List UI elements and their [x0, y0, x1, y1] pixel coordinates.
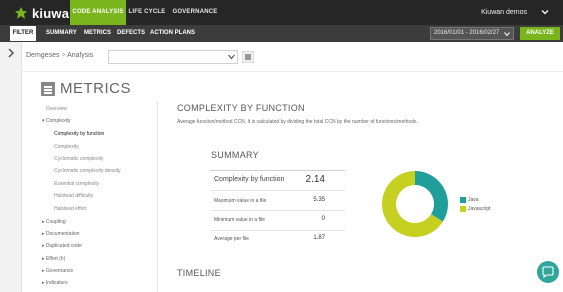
- summary-row: Minimum value in a file 0: [210, 210, 345, 230]
- section-description: Average function/method CCN. It is calcu…: [177, 119, 418, 125]
- sidebar-item-duplicated-code[interactable]: ▸ Duplicated code: [42, 243, 82, 249]
- date-range-select[interactable]: 2016/01/01 - 2016/02/27: [430, 27, 514, 40]
- sidebar-item-effort[interactable]: ▸ Effort (h): [42, 256, 65, 262]
- summary-label: Average per file: [214, 236, 249, 242]
- summary-label: Maximum value in a file: [214, 198, 267, 204]
- legend-swatch: [460, 206, 466, 212]
- summary-row: Maximum value in a file 5.35: [210, 190, 345, 210]
- sidebar-item-documentation[interactable]: ▸ Documentation: [42, 231, 80, 237]
- summary-row: Complexity by function 2.14: [210, 170, 345, 190]
- summary-value: 1.87: [313, 235, 325, 241]
- legend-label: Javascript: [468, 206, 491, 212]
- sidebar-item-essential-complexity[interactable]: Essential complexity: [54, 181, 99, 187]
- chevron-down-icon[interactable]: [541, 8, 549, 16]
- language-donut-chart: [382, 171, 448, 237]
- summary-value: 5.35: [313, 197, 325, 203]
- chat-button[interactable]: [537, 261, 559, 283]
- tab-governance[interactable]: GOVERNANCE: [170, 0, 220, 25]
- sidebar-item-overview[interactable]: Overview: [46, 106, 67, 112]
- sidebar-item-governance[interactable]: ▸ Governance: [42, 268, 73, 274]
- kiuwan-logo[interactable]: kiuwan: [14, 5, 77, 21]
- tab-summary[interactable]: SUMMARY: [46, 25, 77, 42]
- chevron-down-icon: [504, 32, 510, 37]
- legend-swatch: [460, 197, 466, 203]
- donut-slice-java: [415, 171, 448, 222]
- tab-defects[interactable]: DEFECTS: [117, 25, 145, 42]
- summary-label: Complexity by function: [214, 176, 285, 183]
- breadcrumb-bar: Demgeses > Analysis: [22, 42, 563, 72]
- tab-life-cycle[interactable]: LIFE CYCLE: [128, 0, 166, 25]
- chevron-down-icon[interactable]: [228, 54, 235, 60]
- chart-legend: Java Javascript: [460, 197, 491, 215]
- sidebar-item-complexity-group[interactable]: ▾ Complexity: [42, 118, 71, 124]
- summary-label: Minimum value in a file: [214, 217, 265, 223]
- sidebar-item-coupling[interactable]: ▸ Coupling: [42, 219, 66, 225]
- breadcrumb-app[interactable]: Demgeses: [26, 52, 59, 59]
- breadcrumb-separator: >: [61, 52, 66, 59]
- filter-button[interactable]: FILTER: [10, 26, 36, 41]
- sidebar-divider: [157, 102, 158, 292]
- summary-title: SUMMARY: [211, 150, 259, 160]
- timeline-title: TIMELINE: [177, 268, 221, 278]
- tab-metrics[interactable]: METRICS: [84, 25, 111, 42]
- hamburger-icon[interactable]: [242, 51, 254, 63]
- legend-label: Java: [468, 197, 479, 203]
- sidebar-item-halstead-difficulty[interactable]: Halstead difficulty: [54, 193, 93, 199]
- sidebar-item-cyclomatic-complexity[interactable]: Cyclomatic complexity: [54, 156, 103, 162]
- sub-navigation-bar: FILTER SUMMARY METRICS DEFECTS ACTION PL…: [0, 25, 563, 42]
- page-title: METRICS: [60, 80, 131, 97]
- legend-item: Java: [460, 197, 491, 206]
- tab-code-analysis[interactable]: CODE ANALYSIS: [70, 0, 126, 25]
- top-navigation-bar: kiuwan CODE ANALYSIS LIFE CYCLE GOVERNAN…: [0, 0, 563, 25]
- sidebar-item-indicators[interactable]: ▸ Indicators: [42, 280, 68, 286]
- breadcrumb-page: Analysis: [67, 52, 94, 59]
- sidebar-item-halstead-effort[interactable]: Halstead effort: [54, 206, 86, 212]
- tab-action-plans[interactable]: ACTION PLANS: [150, 25, 195, 42]
- chevron-right-icon[interactable]: [7, 48, 15, 58]
- analysis-select[interactable]: [108, 50, 238, 64]
- chat-bubble-icon: [542, 266, 554, 278]
- kiuwan-leaf-icon: [15, 7, 27, 19]
- section-title: COMPLEXITY BY FUNCTION: [177, 103, 305, 113]
- legend-item: Javascript: [460, 206, 491, 215]
- summary-value: 0: [321, 216, 325, 222]
- breadcrumb: Demgeses > Analysis: [26, 52, 93, 59]
- sidebar-item-cyclomatic-complexity-density[interactable]: Cyclomatic complexity density: [54, 168, 121, 174]
- sidebar-collapse-strip[interactable]: [0, 42, 22, 292]
- summary-row: Average per file 1.87: [210, 230, 345, 250]
- sidebar-item-complexity[interactable]: Complexity: [54, 144, 79, 150]
- analyze-button[interactable]: ANALYZE: [520, 27, 560, 40]
- summary-value: 2.14: [305, 174, 325, 185]
- date-range-value: 2016/01/01 - 2016/02/27: [434, 30, 500, 36]
- metrics-list-icon: [41, 82, 55, 96]
- sidebar-item-complexity-by-function[interactable]: Complexity by function: [54, 131, 104, 137]
- account-menu[interactable]: Kiuwan demos: [481, 0, 527, 25]
